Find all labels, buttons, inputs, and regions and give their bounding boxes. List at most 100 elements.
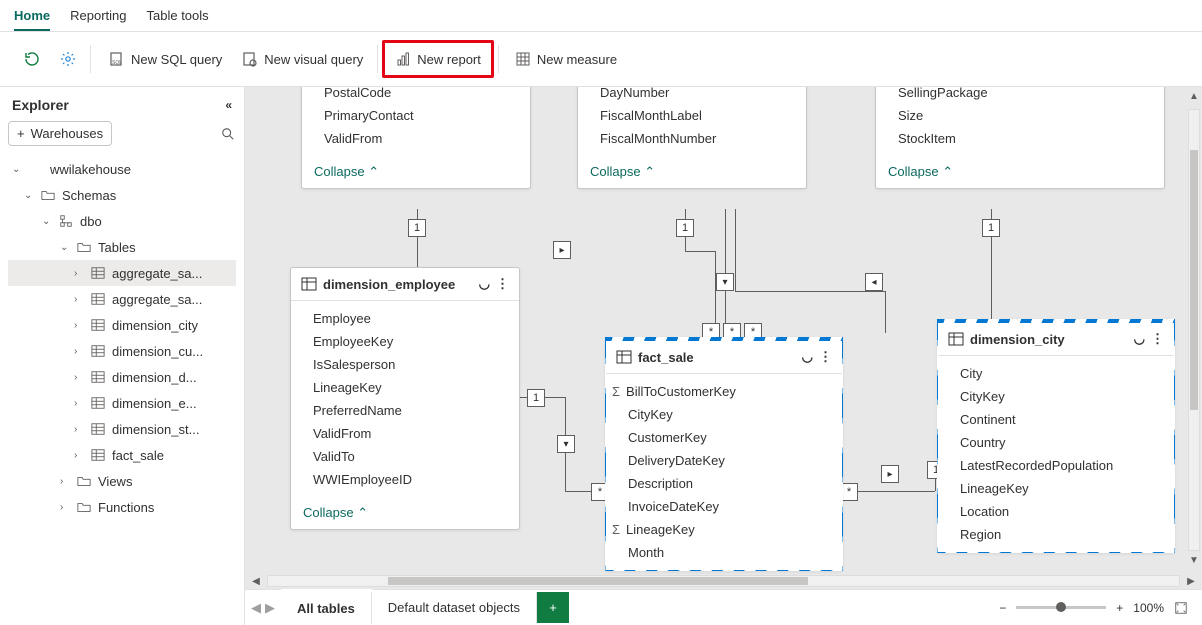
search-icon[interactable] <box>220 126 236 142</box>
zoom-level: 100% <box>1133 601 1164 615</box>
table-row[interactable]: ›dimension_d... <box>8 364 236 390</box>
table-row[interactable]: ›dimension_city <box>8 312 236 338</box>
field[interactable]: BillToCustomerKey <box>606 380 842 403</box>
tab-tabletools[interactable]: Table tools <box>147 4 209 31</box>
new-sql-query-button[interactable]: SQL New SQL query <box>101 45 230 73</box>
collapse-button[interactable]: Collapse ⌃ <box>578 156 806 188</box>
field[interactable]: FiscalMonthNumber <box>578 127 806 150</box>
model-canvas[interactable]: 1 1 1 ▸ ▾ ◂ ▾ ▸ * * * 1 * * 1 LineageKey… <box>245 87 1202 625</box>
tab-reporting[interactable]: Reporting <box>70 4 126 31</box>
table-row[interactable]: ›fact_sale <box>8 442 236 468</box>
new-visual-query-button[interactable]: New visual query <box>234 45 371 73</box>
field[interactable]: Location <box>938 500 1174 523</box>
visibility-icon[interactable]: ◡ <box>479 276 490 292</box>
table-icon <box>616 349 632 365</box>
refresh-button[interactable] <box>16 45 48 73</box>
nav-next-icon[interactable]: ▶ <box>265 600 275 616</box>
new-measure-label: New measure <box>537 52 617 67</box>
field[interactable]: FiscalMonthLabel <box>578 104 806 127</box>
table-row[interactable]: ›aggregate_sa... <box>8 260 236 286</box>
field[interactable]: StockItem <box>876 127 1164 150</box>
vertical-scrollbar[interactable]: ▲ ▼ <box>1186 87 1202 573</box>
field[interactable]: ValidFrom <box>291 422 519 445</box>
tree-dbo[interactable]: ⌄dbo <box>8 208 236 234</box>
field[interactable]: Region <box>938 523 1174 546</box>
new-report-button[interactable]: New report <box>387 45 489 73</box>
field[interactable]: WWIEmployeeID <box>291 468 519 491</box>
visibility-icon[interactable]: ◡ <box>1134 331 1145 347</box>
field[interactable]: CustomerKey <box>606 426 842 449</box>
field[interactable]: PreferredName <box>291 399 519 422</box>
scroll-right-icon[interactable]: ▶ <box>1184 576 1198 587</box>
table-row[interactable]: ›dimension_st... <box>8 416 236 442</box>
zoom-slider[interactable] <box>1016 606 1106 609</box>
field[interactable]: PrimaryContact <box>302 104 530 127</box>
settings-button[interactable] <box>52 45 84 73</box>
zoom-control[interactable]: − + 100% <box>999 601 1202 615</box>
scroll-left-icon[interactable]: ◀ <box>249 576 263 587</box>
zoom-in-icon[interactable]: + <box>1116 601 1123 615</box>
field[interactable]: PostalCode <box>302 87 530 104</box>
tree-functions[interactable]: ›Functions <box>8 494 236 520</box>
field[interactable]: LineageKey <box>606 518 842 541</box>
tree-tables[interactable]: ⌄Tables <box>8 234 236 260</box>
field[interactable]: EmployeeKey <box>291 330 519 353</box>
field[interactable]: City <box>938 362 1174 385</box>
tree-schemas[interactable]: ⌄Schemas <box>8 182 236 208</box>
collapse-button[interactable]: Collapse ⌃ <box>876 156 1164 188</box>
field[interactable]: Description <box>606 472 842 495</box>
more-icon[interactable]: ⋮ <box>1151 331 1164 347</box>
fit-screen-icon[interactable] <box>1174 601 1188 615</box>
table-card-factsale[interactable]: fact_sale ◡ ⋮ BillToCustomerKey CityKey … <box>605 337 843 571</box>
field[interactable]: LineageKey <box>938 477 1174 500</box>
field[interactable]: Employee <box>291 307 519 330</box>
table-card-employee[interactable]: dimension_employee ◡ ⋮ Employee Employee… <box>290 267 520 530</box>
tree-root[interactable]: ⌄wwilakehouse <box>8 156 236 182</box>
explorer-title: Explorer <box>12 97 69 113</box>
new-measure-button[interactable]: New measure <box>507 45 625 73</box>
tab-all-tables[interactable]: All tables <box>281 591 372 624</box>
field[interactable]: DeliveryDateKey <box>606 449 842 472</box>
add-warehouse-button[interactable]: + Warehouses <box>8 121 112 146</box>
card-title: fact_sale <box>638 350 694 365</box>
table-card[interactable]: Day DayNumber FiscalMonthLabel FiscalMon… <box>577 87 807 189</box>
field[interactable]: Month <box>606 541 842 564</box>
scroll-up-icon[interactable]: ▲ <box>1189 91 1199 105</box>
table-card-city[interactable]: dimension_city ◡ ⋮ City CityKey Continen… <box>937 319 1175 553</box>
table-card[interactable]: RecommendedRetailPrice SellingPackage Si… <box>875 87 1165 189</box>
table-row[interactable]: ›dimension_e... <box>8 390 236 416</box>
tree-views[interactable]: ›Views <box>8 468 236 494</box>
table-card[interactable]: LineageKey PostalCode PrimaryContact Val… <box>301 87 531 189</box>
collapse-button[interactable]: Collapse ⌃ <box>302 156 530 188</box>
collapse-panel-icon[interactable]: « <box>225 98 232 112</box>
visibility-icon[interactable]: ◡ <box>802 349 813 365</box>
field[interactable]: LineageKey <box>291 376 519 399</box>
scroll-down-icon[interactable]: ▼ <box>1189 555 1199 569</box>
field[interactable]: Size <box>876 104 1164 127</box>
field[interactable]: Continent <box>938 408 1174 431</box>
tab-home[interactable]: Home <box>14 4 50 31</box>
add-tab-button[interactable]: + <box>537 592 569 623</box>
field[interactable]: InvoiceDateKey <box>606 495 842 518</box>
relationship-arrow-icon: ▾ <box>716 273 734 291</box>
field[interactable]: SellingPackage <box>876 87 1164 104</box>
field[interactable]: CityKey <box>938 385 1174 408</box>
field[interactable]: Country <box>938 431 1174 454</box>
field[interactable]: ValidTo <box>291 445 519 468</box>
collapse-button[interactable]: Collapse ⌃ <box>291 497 519 529</box>
field[interactable]: IsSalesperson <box>291 353 519 376</box>
tab-default-objects[interactable]: Default dataset objects <box>372 592 537 623</box>
field[interactable]: LatestRecordedPopulation <box>938 454 1174 477</box>
field[interactable]: DayNumber <box>578 87 806 104</box>
cardinality-one: 1 <box>527 389 545 407</box>
nav-prev-icon[interactable]: ◀ <box>251 600 261 616</box>
table-row[interactable]: ›aggregate_sa... <box>8 286 236 312</box>
more-icon[interactable]: ⋮ <box>496 276 509 292</box>
horizontal-scrollbar[interactable]: ◀ ▶ <box>245 573 1202 589</box>
plus-icon: + <box>17 126 25 141</box>
field[interactable]: CityKey <box>606 403 842 426</box>
more-icon[interactable]: ⋮ <box>819 349 832 365</box>
zoom-out-icon[interactable]: − <box>999 601 1006 615</box>
table-row[interactable]: ›dimension_cu... <box>8 338 236 364</box>
field[interactable]: ValidFrom <box>302 127 530 150</box>
